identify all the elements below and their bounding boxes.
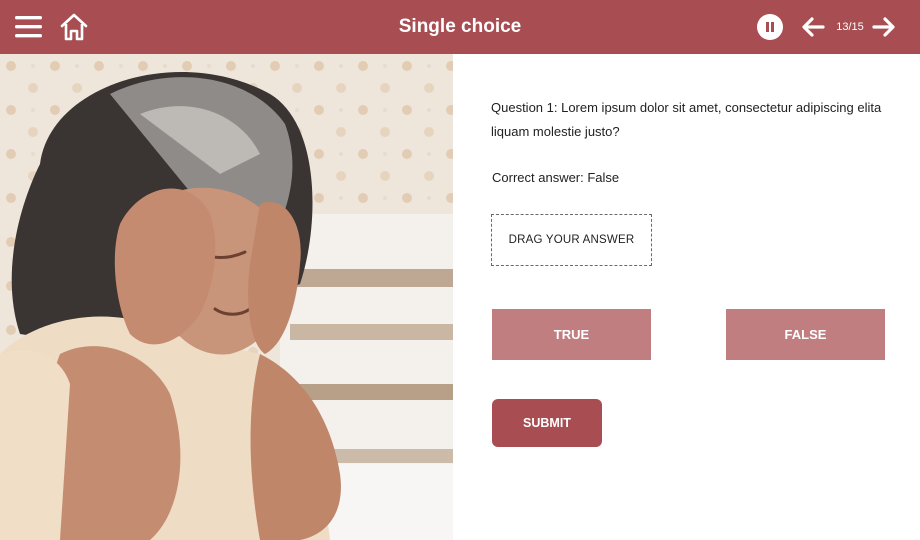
question-text: Question 1: Lorem ipsum dolor sit amet, … — [491, 100, 882, 139]
question-panel: Question 1: Lorem ipsum dolor sit amet, … — [453, 54, 920, 540]
arrow-right-icon[interactable] — [871, 15, 897, 39]
answer-false-button[interactable]: FALSE — [726, 309, 885, 360]
answer-drop-zone[interactable]: DRAG YOUR ANSWER — [491, 214, 652, 266]
answer-true-button[interactable]: TRUE — [492, 309, 651, 360]
correct-answer-text: Correct answer: False — [492, 170, 620, 185]
progress-counter: 13/15 — [836, 21, 864, 33]
woman-headache-photo — [0, 54, 453, 540]
submit-button[interactable]: SUBMIT — [492, 399, 602, 447]
top-bar: Single choice 13/15 — [0, 0, 920, 54]
pause-icon[interactable] — [757, 14, 783, 40]
home-icon[interactable] — [58, 11, 90, 43]
arrow-left-icon[interactable] — [800, 15, 826, 39]
menu-icon[interactable] — [14, 14, 44, 40]
